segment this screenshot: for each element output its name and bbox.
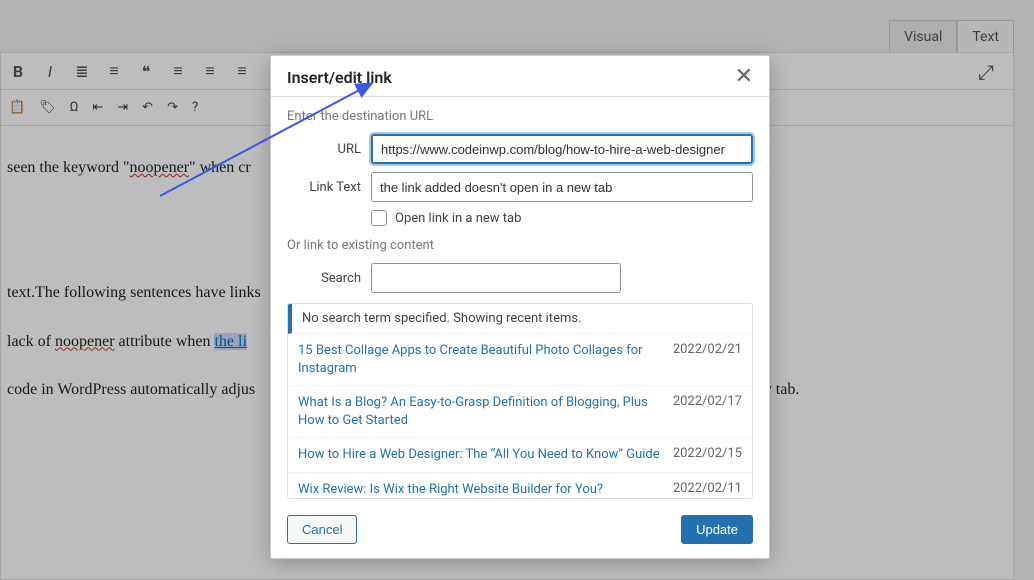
quote-icon[interactable]: ❝	[137, 62, 155, 80]
align-left-icon[interactable]: ≡	[169, 62, 187, 80]
bold-icon[interactable]: B	[9, 62, 27, 80]
result-item[interactable]: What Is a Blog? An Easy-to-Grasp Definit…	[288, 386, 752, 438]
result-title: 15 Best Collage Apps to Create Beautiful…	[298, 342, 661, 377]
result-item[interactable]: 15 Best Collage Apps to Create Beautiful…	[288, 334, 752, 386]
modal-header: Insert/edit link ✕	[271, 56, 769, 97]
row-newtab: Open link in a new tab	[371, 210, 753, 226]
align-right-icon[interactable]: ≡	[233, 62, 251, 80]
editor-tabs: Visual Text	[889, 20, 1014, 54]
italic-icon[interactable]: I	[41, 62, 59, 80]
result-date: 2022/02/21	[673, 342, 742, 377]
editor-text: text.The following sentences have links	[7, 284, 261, 301]
result-item[interactable]: How to Hire a Web Designer: The “All You…	[288, 438, 752, 473]
search-input[interactable]	[371, 263, 621, 293]
fullscreen-icon[interactable]: ⤢	[978, 60, 1002, 84]
hint-enter-url: Enter the destination URL	[287, 109, 753, 124]
results-header: No search term specified. Showing recent…	[288, 304, 752, 334]
linktext-label: Link Text	[287, 180, 371, 195]
tab-visual[interactable]: Visual	[889, 20, 957, 54]
redo-icon[interactable]: ↷	[167, 100, 178, 115]
numbered-list-icon[interactable]: ≡	[105, 62, 123, 80]
row-linktext: Link Text	[287, 172, 753, 202]
modal-title: Insert/edit link	[287, 68, 392, 87]
row-search: Search	[287, 263, 753, 293]
editor-text: attribute when	[115, 333, 215, 350]
cancel-button[interactable]: Cancel	[287, 515, 357, 544]
indent-icon[interactable]: ⇥	[117, 100, 128, 115]
result-date: 2022/02/11	[673, 481, 742, 499]
editor-text: seen the keyword "	[7, 159, 130, 176]
insert-link-modal: Insert/edit link ✕ Enter the destination…	[270, 55, 770, 559]
result-title: Wix Review: Is Wix the Right Website Bui…	[298, 481, 661, 499]
result-date: 2022/02/15	[673, 446, 742, 464]
newtab-checkbox[interactable]	[371, 210, 387, 226]
editor-selected-link[interactable]: the li	[214, 333, 246, 350]
search-label: Search	[297, 271, 371, 286]
editor-text: lack of	[7, 333, 55, 350]
editor-text: code in WordPress automatically adjus	[7, 381, 255, 398]
editor-wavy-word: noopener	[130, 159, 190, 176]
help-icon[interactable]: ?	[192, 100, 198, 115]
row-url: URL	[287, 134, 753, 164]
url-label: URL	[287, 142, 371, 157]
align-center-icon[interactable]: ≡	[201, 62, 219, 80]
update-button[interactable]: Update	[681, 515, 753, 544]
result-item[interactable]: Wix Review: Is Wix the Right Website Bui…	[288, 473, 752, 499]
result-date: 2022/02/17	[673, 394, 742, 429]
omega-icon[interactable]: Ω	[70, 100, 79, 115]
result-title: What Is a Blog? An Easy-to-Grasp Definit…	[298, 394, 661, 429]
result-title: How to Hire a Web Designer: The “All You…	[298, 446, 661, 464]
close-icon[interactable]: ✕	[735, 66, 753, 88]
undo-icon[interactable]: ↶	[142, 100, 153, 115]
tab-text[interactable]: Text	[957, 20, 1014, 54]
results-list: No search term specified. Showing recent…	[287, 303, 753, 499]
modal-footer: Cancel Update	[271, 503, 769, 558]
hint-or-link: Or link to existing content	[287, 238, 753, 253]
paste-icon[interactable]: 📋	[9, 100, 25, 115]
url-input[interactable]	[371, 134, 753, 164]
bullet-list-icon[interactable]: ≣	[73, 62, 91, 80]
modal-body: Enter the destination URL URL Link Text …	[271, 97, 769, 503]
outdent-icon[interactable]: ⇤	[92, 100, 103, 115]
newtab-label: Open link in a new tab	[395, 211, 521, 226]
linktext-input[interactable]	[371, 172, 753, 202]
editor-wavy-word: noopener	[55, 333, 115, 350]
tag-icon[interactable]: 🏷	[39, 100, 56, 115]
